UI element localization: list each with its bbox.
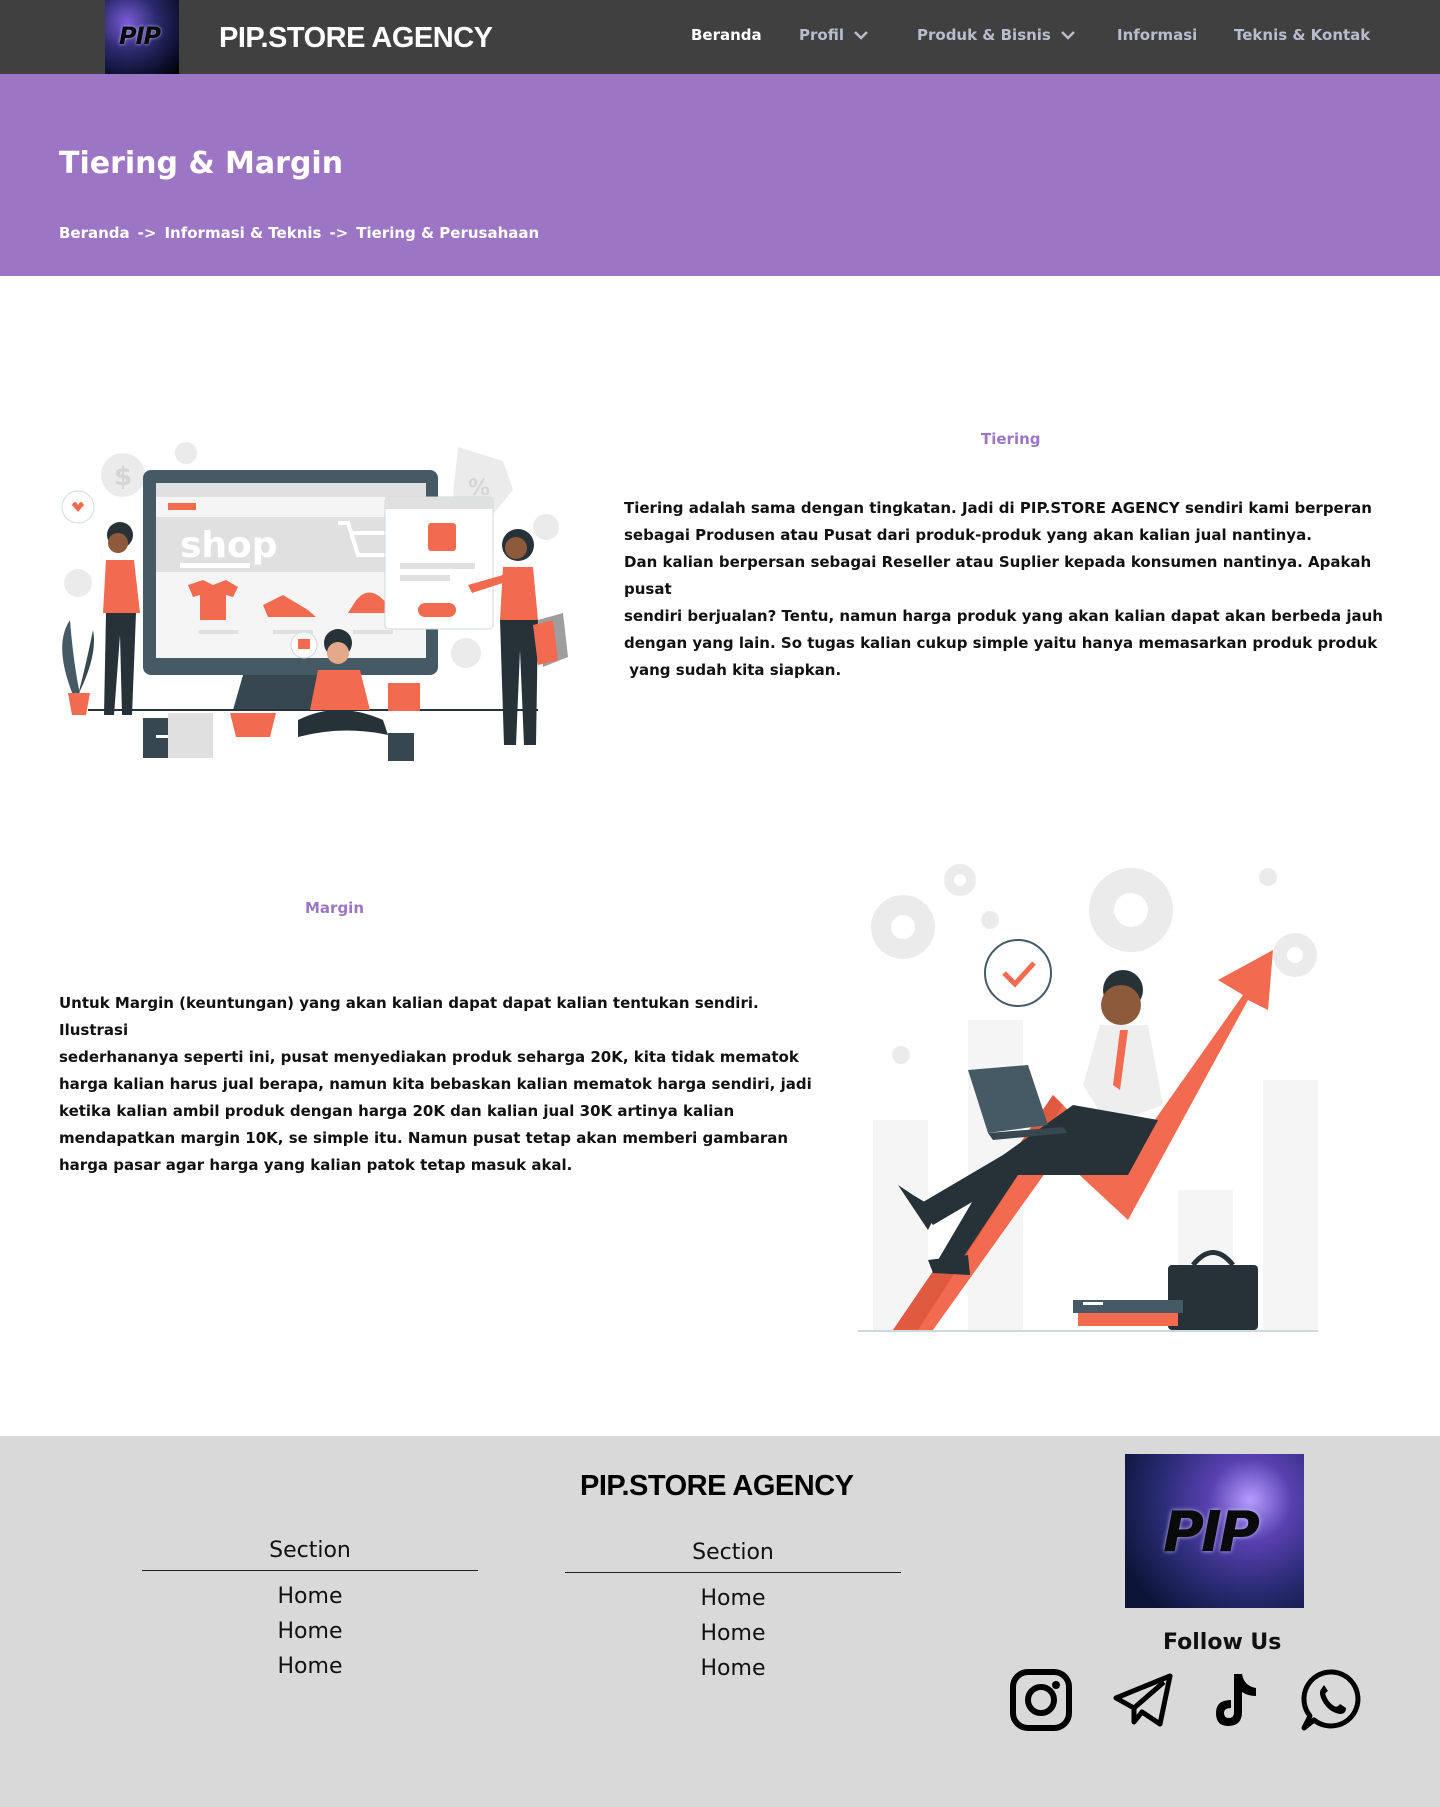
- nav-item-produk-bisnis[interactable]: Produk & Bisnis: [917, 26, 1075, 44]
- navbar: PIP PIP.STORE AGENCY Beranda Profil Prod…: [0, 0, 1440, 74]
- breadcrumb-beranda[interactable]: Beranda: [59, 224, 130, 242]
- instagram-icon[interactable]: [1009, 1668, 1073, 1732]
- breadcrumb-separator: ->: [137, 224, 157, 242]
- tiering-line: sebagai Produsen atau Pusat dari produk-…: [624, 526, 1312, 544]
- margin-line: Untuk Margin (keuntungan) yang akan kali…: [59, 994, 759, 1039]
- footer-link-home[interactable]: Home: [142, 1614, 478, 1649]
- nav-item-teknis-kontak[interactable]: Teknis & Kontak: [1234, 26, 1370, 44]
- margin-line: harga kalian harus jual berapa, namun ki…: [59, 1075, 812, 1093]
- tiering-heading: Tiering: [981, 430, 1041, 448]
- footer-column-title: Section: [269, 1538, 351, 1563]
- tiering-line: yang sudah kita siapkan.: [624, 661, 842, 679]
- nav-item-label: Produk & Bisnis: [917, 26, 1051, 44]
- chevron-down-icon: [1060, 31, 1075, 40]
- footer-link-home[interactable]: Home: [565, 1616, 901, 1651]
- nav-item-label: Beranda: [691, 26, 762, 44]
- svg-text:$: $: [114, 462, 132, 492]
- margin-heading: Margin: [305, 899, 365, 917]
- brand-logo[interactable]: PIP: [105, 0, 179, 74]
- breadcrumb-informasi-teknis[interactable]: Informasi & Teknis: [164, 224, 321, 242]
- brand-name[interactable]: PIP.STORE AGENCY: [219, 22, 493, 55]
- margin-line: harga pasar agar harga yang kalian patok…: [59, 1156, 573, 1174]
- breadcrumb-separator: ->: [329, 224, 349, 242]
- page-title: Tiering & Margin: [59, 146, 344, 181]
- growth-illustration: [858, 864, 1318, 1332]
- footer-link-home[interactable]: Home: [142, 1579, 478, 1614]
- breadcrumb: Beranda -> Informasi & Teknis -> Tiering…: [59, 224, 539, 242]
- follow-us-label: Follow Us: [1163, 1630, 1282, 1655]
- footer-link-home[interactable]: Home: [565, 1651, 901, 1686]
- whatsapp-icon[interactable]: [1300, 1668, 1364, 1732]
- footer-link-home[interactable]: Home: [142, 1649, 478, 1684]
- nav-item-label: Informasi: [1117, 26, 1198, 44]
- margin-line: sederhananya seperti ini, pusat menyedia…: [59, 1048, 799, 1066]
- footer-column-title: Section: [692, 1540, 774, 1565]
- footer: PIP.STORE AGENCY Section Home Home Home …: [0, 1436, 1440, 1807]
- margin-line: ketika kalian ambil produk dengan harga …: [59, 1102, 735, 1120]
- footer-logo-text: PIP: [1163, 1500, 1260, 1565]
- footer-divider: [142, 1570, 478, 1571]
- tiktok-icon[interactable]: [1204, 1668, 1268, 1732]
- nav-item-label: Teknis & Kontak: [1234, 26, 1371, 44]
- chevron-down-icon: [854, 31, 868, 40]
- tiering-line: dengan yang lain. So tugas kalian cukup …: [624, 634, 1378, 652]
- footer-column-2: Section Home Home Home: [565, 1534, 901, 1686]
- footer-logo: PIP: [1125, 1454, 1304, 1608]
- breadcrumb-current[interactable]: Tiering & Perusahaan: [356, 224, 539, 242]
- tiering-line: Dan kalian berpersan sebagai Reseller at…: [624, 553, 1372, 598]
- margin-body: Untuk Margin (keuntungan) yang akan kali…: [59, 990, 829, 1179]
- footer-link-home[interactable]: Home: [565, 1581, 901, 1616]
- footer-divider: [565, 1572, 901, 1573]
- page-header-band: Tiering & Margin Beranda -> Informasi & …: [0, 74, 1440, 276]
- nav-item-beranda[interactable]: Beranda: [691, 26, 762, 44]
- nav-item-label: Profil: [799, 26, 844, 44]
- shop-illustration: $ % shop: [61, 442, 568, 761]
- margin-line: mendapatkan margin 10K, se simple itu. N…: [59, 1129, 789, 1147]
- nav-item-profil[interactable]: Profil: [799, 26, 868, 44]
- telegram-icon[interactable]: [1112, 1668, 1176, 1732]
- footer-column-1: Section Home Home Home: [142, 1532, 478, 1684]
- tiering-body: Tiering adalah sama dengan tingkatan. Ja…: [624, 495, 1414, 684]
- footer-brand-name: PIP.STORE AGENCY: [580, 1470, 854, 1502]
- nav-item-informasi[interactable]: Informasi: [1117, 26, 1197, 44]
- logo-text: PIP: [119, 22, 161, 50]
- shop-banner-text: shop: [180, 525, 278, 566]
- tiering-line: Tiering adalah sama dengan tingkatan. Ja…: [624, 499, 1372, 517]
- tiering-line: sendiri berjualan? Tentu, namun harga pr…: [624, 607, 1383, 625]
